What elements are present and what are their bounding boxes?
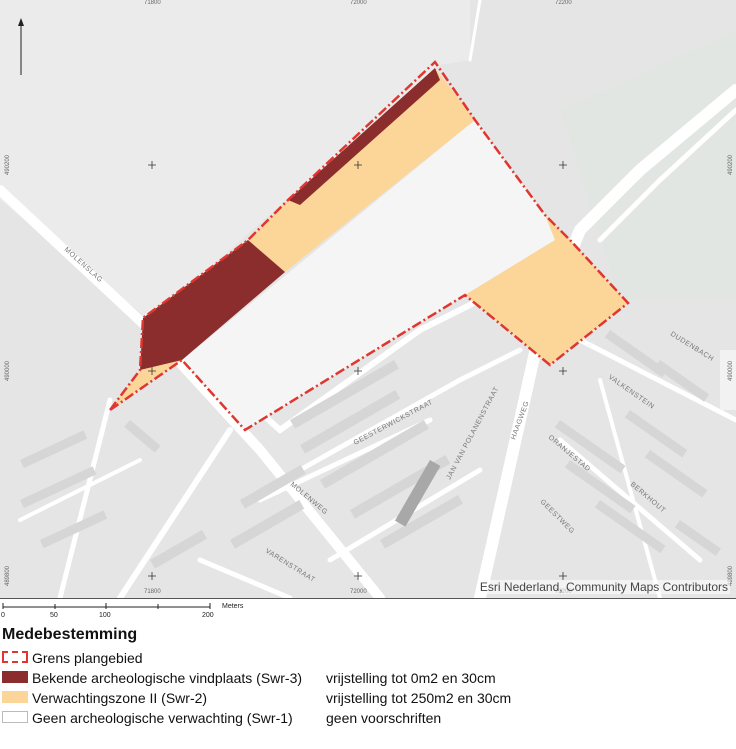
basemap: 71800 72000 72200 71800 72000 72200 4902… <box>0 0 736 598</box>
legend-item-swr2: Verwachtingszone II (Swr-2) vrijstelling… <box>0 688 736 708</box>
boundary-swatch <box>2 651 28 663</box>
x-tick-top-1: 71800 <box>144 0 161 6</box>
scale-label-50: 50 <box>50 612 58 619</box>
legend-item-swr3: Bekende archeologische vindplaats (Swr-3… <box>0 668 736 688</box>
swr1-swatch <box>2 711 28 723</box>
y-tick-right-1: 490200 <box>728 154 734 175</box>
legend-item-swr1: Geen archeologische verwachting (Swr-1) … <box>0 708 736 728</box>
legend-label: Grens plangebied <box>32 650 143 666</box>
scale-bar: 0 50 100 200 Meters <box>0 601 244 623</box>
legend-label: Bekende archeologische vindplaats (Swr-3… <box>32 670 303 686</box>
x-tick-top-3: 72200 <box>555 0 572 6</box>
scale-label-100: 100 <box>99 612 111 619</box>
legend-rule: vrijstelling tot 250m2 en 30cm <box>326 690 512 706</box>
x-tick-bottom-2: 72000 <box>350 589 367 595</box>
legend-title: Medebestemming <box>2 626 138 643</box>
x-tick-bottom-1: 71800 <box>144 589 161 595</box>
legend-label: Geen archeologische verwachting (Swr-1) <box>32 710 293 726</box>
legend-item-boundary: Grens plangebied <box>0 648 736 668</box>
y-tick-left-2: 490000 <box>5 360 11 381</box>
x-tick-top-2: 72000 <box>350 0 367 6</box>
legend-rule: vrijstelling tot 0m2 en 30cm <box>326 670 496 686</box>
map-view[interactable]: 71800 72000 72200 71800 72000 72200 4902… <box>0 0 736 599</box>
swr3-swatch <box>2 671 28 683</box>
legend-label: Verwachtingszone II (Swr-2) <box>32 690 208 706</box>
y-tick-right-2: 490000 <box>728 360 734 381</box>
y-tick-left-3: 489800 <box>5 565 11 586</box>
y-tick-left-1: 490200 <box>5 154 11 175</box>
legend: Medebestemming Grens plangebied Bekende … <box>0 626 736 728</box>
scale-label-200: 200 <box>202 612 214 619</box>
swr2-swatch <box>2 691 28 703</box>
map-attribution: Esri Nederland, Community Maps Contribut… <box>477 580 730 594</box>
legend-rule: geen voorschriften <box>326 710 442 726</box>
scale-unit: Meters <box>222 603 244 610</box>
scale-label-0: 0 <box>1 612 5 619</box>
